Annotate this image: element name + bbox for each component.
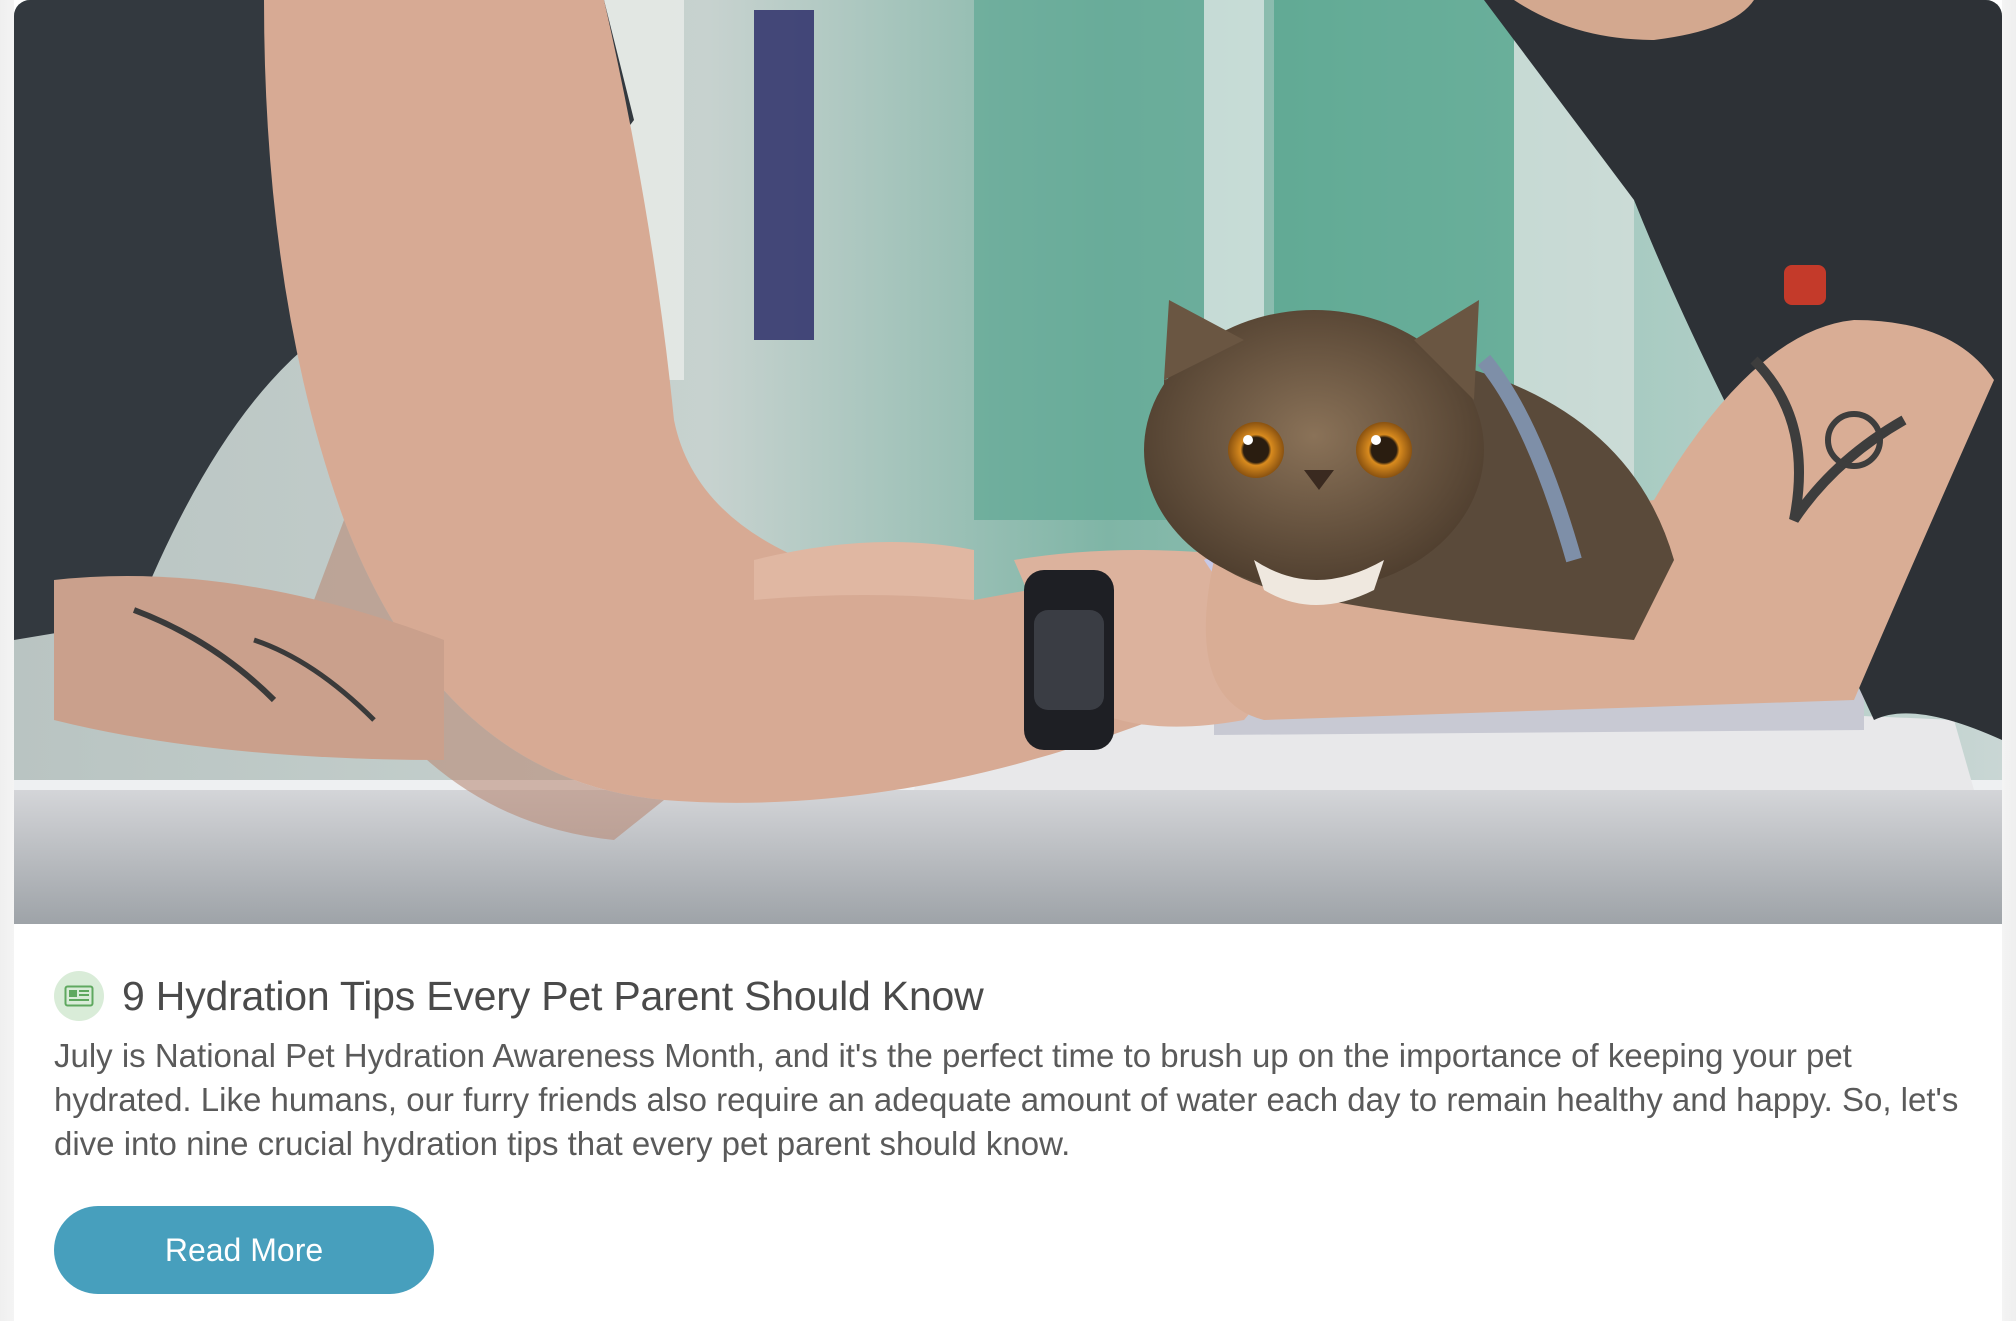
article-title[interactable]: 9 Hydration Tips Every Pet Parent Should… [122, 973, 984, 1020]
article-card: 9 Hydration Tips Every Pet Parent Should… [14, 0, 2002, 1321]
article-excerpt: July is National Pet Hydration Awareness… [54, 1037, 1959, 1162]
article-header: 9 Hydration Tips Every Pet Parent Should… [54, 966, 984, 1026]
newspaper-icon [54, 971, 104, 1021]
read-more-button[interactable]: Read More [54, 1206, 434, 1294]
page: 9 Hydration Tips Every Pet Parent Should… [0, 0, 2016, 1321]
vet-cat-photo [14, 0, 2002, 924]
article-hero-image[interactable] [14, 0, 2002, 924]
